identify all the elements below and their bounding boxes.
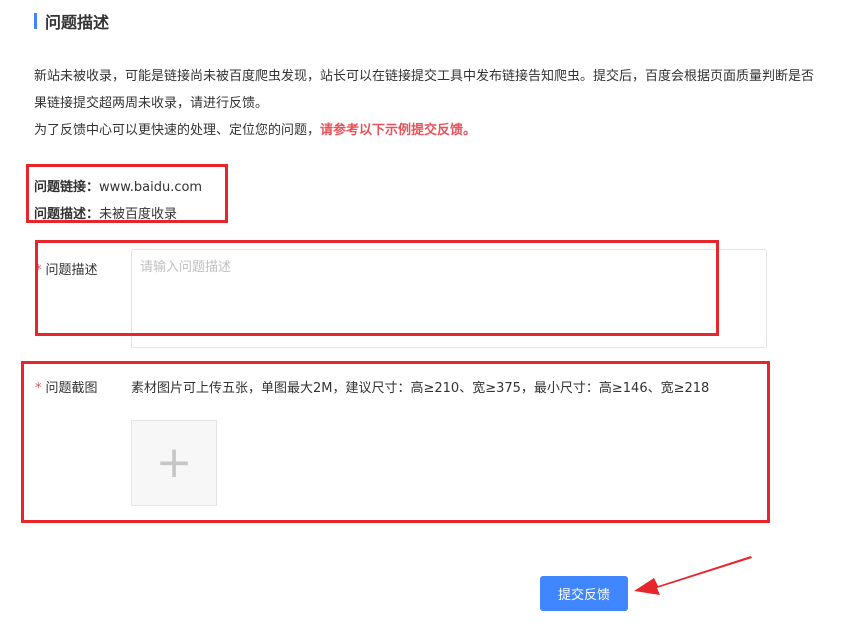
plus-icon: + xyxy=(155,437,193,488)
example-desc-value: 未被百度收录 xyxy=(99,207,178,222)
example-link-row: 问题链接：www.baidu.com xyxy=(34,174,202,201)
desc-label-text: 问题描述 xyxy=(45,263,98,278)
desc-field-label: * 问题描述 xyxy=(35,259,98,278)
screenshot-field-label: * 问题截图 xyxy=(35,377,98,396)
submit-feedback-button[interactable]: 提交反馈 xyxy=(540,576,628,611)
intro-line-2: 果链接提交超两周未收录，请进行反馈。 xyxy=(34,96,269,111)
example-desc-sep: ： xyxy=(86,207,100,222)
intro-line-3: 为了反馈中心可以更快速的处理、定位您的问题，请参考以下示例提交反馈。 xyxy=(34,117,866,144)
arrow-icon xyxy=(634,556,752,595)
title-accent-bar xyxy=(34,13,37,29)
section-header: 问题描述 xyxy=(34,10,109,32)
example-link-value: www.baidu.com xyxy=(99,180,203,195)
description-input[interactable] xyxy=(131,249,767,348)
intro-line-1: 新站未被收录，可能是链接尚未被百度爬虫发现，站长可以在链接提交工具中发布链接告知… xyxy=(34,69,815,84)
example-desc-key: 问题描述 xyxy=(34,207,87,222)
image-upload-button[interactable]: + xyxy=(131,420,217,506)
section-title: 问题描述 xyxy=(45,13,110,32)
intro-highlight: 请参考以下示例提交反馈。 xyxy=(320,123,477,138)
upload-hint: 素材图片可上传五张，单图最大2M，建议尺寸：高≥210、宽≥375，最小尺寸：高… xyxy=(131,381,710,396)
arrow-shape xyxy=(634,556,752,595)
example-block: 问题链接：www.baidu.com 问题描述：未被百度收录 xyxy=(34,174,202,228)
example-link-sep: ： xyxy=(86,180,100,195)
required-mark: * xyxy=(35,263,42,278)
intro-line-3-prefix: 为了反馈中心可以更快速的处理、定位您的问题， xyxy=(34,123,321,138)
example-link-key: 问题链接 xyxy=(34,180,87,195)
example-desc-row: 问题描述：未被百度收录 xyxy=(34,201,202,228)
intro-text: 新站未被收录，可能是链接尚未被百度爬虫发现，站长可以在链接提交工具中发布链接告知… xyxy=(34,63,866,144)
required-mark: * xyxy=(35,381,42,396)
screenshot-label-text: 问题截图 xyxy=(45,381,98,396)
